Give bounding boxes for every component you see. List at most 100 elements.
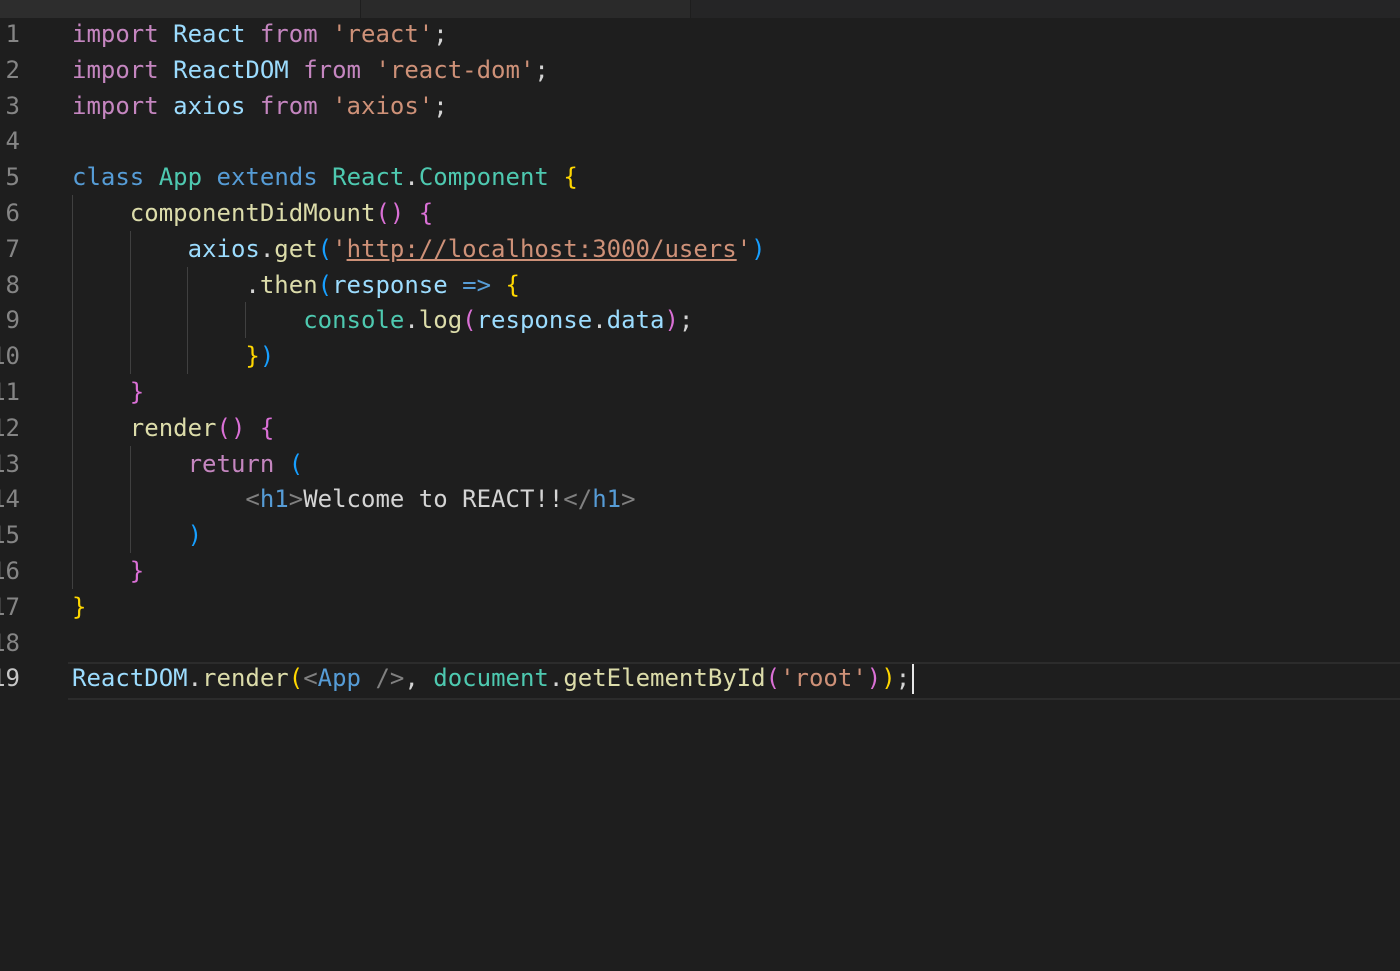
code-line[interactable]: import React from 'react'; <box>72 16 448 52</box>
code-token: ( <box>462 306 477 335</box>
code-token: get <box>274 234 318 263</box>
line-number: 3 <box>5 91 20 120</box>
code-token: ( <box>288 664 304 693</box>
code-line[interactable]: <h1>Welcome to REACT!!</h1> <box>72 481 635 517</box>
code-token: ; <box>895 664 911 693</box>
code-token: ReactDOM <box>173 55 289 84</box>
code-line[interactable]: render() { <box>72 410 275 446</box>
code-token: axios <box>187 234 260 263</box>
code-token: h1 <box>259 485 289 514</box>
line-number: 13 <box>0 449 20 478</box>
code-token: componentDidMount <box>129 199 376 227</box>
code-token: ) <box>187 521 203 550</box>
code-line[interactable]: import axios from 'axios'; <box>72 88 448 124</box>
code-token: () <box>375 199 405 227</box>
code-token: import <box>72 91 159 120</box>
line-number: 2 <box>5 55 20 84</box>
code-token: React <box>332 163 405 192</box>
line-number: 6 <box>5 199 20 227</box>
code-token: App <box>317 664 362 693</box>
code-token: ( <box>765 664 781 693</box>
code-token: ) <box>881 664 896 693</box>
code-line[interactable]: ReactDOM.render(<App />, document.getEle… <box>72 660 915 696</box>
code-token: return <box>187 449 275 478</box>
code-token: ' <box>736 234 752 263</box>
line-number: 15 <box>0 521 20 550</box>
code-token: h1 <box>592 485 622 514</box>
code-token: import <box>72 20 159 48</box>
code-token: , <box>404 664 419 693</box>
code-token: } <box>245 342 260 371</box>
code-token: > <box>288 485 304 514</box>
code-line[interactable]: componentDidMount() { <box>72 195 433 231</box>
code-token: then <box>259 270 318 299</box>
code-line[interactable]: return ( <box>72 446 304 482</box>
line-number: 16 <box>0 557 20 585</box>
tab-bar-empty-area <box>690 0 1400 18</box>
code-token: 'react' <box>332 20 434 48</box>
line-number: 14 <box>0 485 20 514</box>
code-line[interactable]: } <box>72 589 86 625</box>
code-token: => <box>462 270 492 299</box>
code-token: render <box>202 664 289 693</box>
code-token: { <box>563 163 578 192</box>
code-token: React <box>173 20 246 48</box>
code-line[interactable]: } <box>72 553 144 589</box>
code-token: { <box>259 413 275 442</box>
code-token: . <box>404 163 419 192</box>
code-token: ' <box>332 234 347 263</box>
code-line[interactable]: .then(response => { <box>72 267 520 303</box>
line-number: 12 <box>0 413 20 442</box>
code-token: . <box>259 234 275 263</box>
code-line[interactable]: ) <box>72 517 202 553</box>
code-token: ReactDOM <box>72 664 188 693</box>
code-line[interactable]: console.log(response.data); <box>72 302 693 338</box>
code-line[interactable]: }) <box>72 338 274 374</box>
code-line[interactable]: class App extends React.Component { <box>72 159 578 195</box>
code-token: < <box>245 485 260 514</box>
code-token: render <box>129 413 217 442</box>
code-token: response <box>476 306 593 335</box>
line-number: 11 <box>0 378 20 406</box>
code-token: . <box>404 306 419 335</box>
code-token: from <box>303 55 361 84</box>
code-token: axios <box>173 91 246 120</box>
code-token: Welcome to REACT!! <box>303 485 564 514</box>
code-editor[interactable]: 12345678910111213141516171819 import Rea… <box>0 18 1400 971</box>
line-number: 18 <box>0 628 20 657</box>
code-token: 'react-dom' <box>375 55 535 84</box>
code-line[interactable]: } <box>72 374 144 410</box>
code-token: extends <box>216 163 318 192</box>
code-token: ; <box>433 91 448 120</box>
code-token: </ <box>563 485 593 514</box>
code-token: Component <box>418 163 549 192</box>
code-token: data <box>606 306 665 335</box>
code-line[interactable]: import ReactDOM from 'react-dom'; <box>72 52 549 88</box>
line-number: 17 <box>0 592 20 621</box>
code-token: . <box>187 664 203 693</box>
code-line[interactable]: axios.get('http://localhost:3000/users') <box>72 231 766 267</box>
code-token: ) <box>751 234 766 263</box>
code-token: import <box>72 55 159 84</box>
